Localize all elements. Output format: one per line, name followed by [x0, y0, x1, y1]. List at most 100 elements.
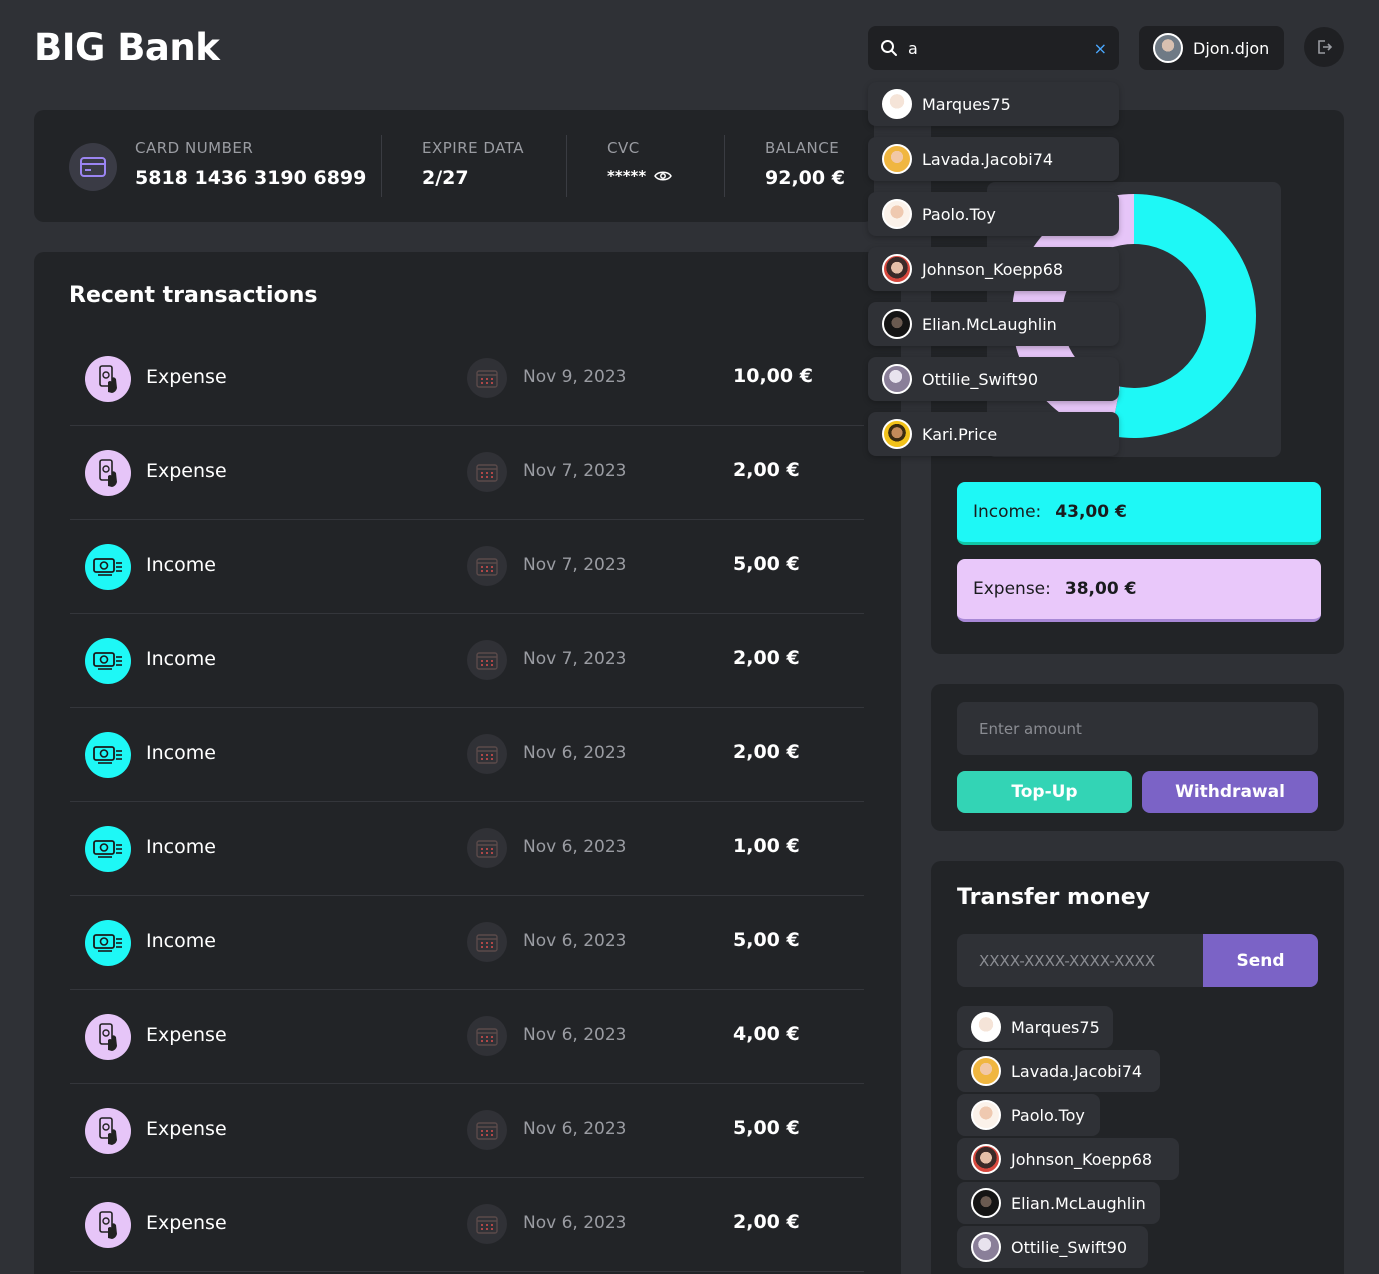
credit-card-icon	[69, 143, 117, 191]
search-result-item[interactable]: Marques75	[868, 82, 1119, 126]
transaction-date: Nov 9, 2023	[523, 367, 627, 387]
income-summary-label: Income:	[973, 502, 1042, 522]
balance-value: 92,00 €	[765, 167, 845, 189]
eye-icon[interactable]	[654, 170, 673, 182]
transfer-panel: Transfer money Send Marques75 Lavada.Jaco…	[931, 861, 1344, 1274]
divider	[381, 135, 382, 197]
transaction-row: Income Nov 6, 2023 5,00 €	[70, 896, 864, 990]
search-input[interactable]	[908, 38, 1078, 58]
calendar-icon	[467, 358, 507, 398]
send-button[interactable]: Send	[1203, 934, 1318, 987]
expense-summary-label: Expense:	[973, 579, 1051, 599]
card-number-label: CARD NUMBER	[135, 139, 254, 157]
clear-search-icon[interactable]: ×	[1094, 39, 1107, 58]
transaction-type: Expense	[146, 366, 227, 388]
amount-input[interactable]	[957, 702, 1318, 755]
recipient-chip[interactable]: Ottilie_Swift90	[957, 1226, 1148, 1268]
search-result-item[interactable]: Lavada.Jacobi74	[868, 137, 1119, 181]
transaction-date: Nov 6, 2023	[523, 1025, 627, 1045]
transaction-amount: 4,00 €	[733, 1023, 800, 1045]
phone-payment-icon	[85, 1014, 131, 1060]
transaction-amount: 2,00 €	[733, 741, 800, 763]
transaction-row: Expense Nov 6, 2023 2,00 €	[70, 1178, 864, 1272]
expense-summary: Expense: 38,00 €	[957, 559, 1321, 622]
avatar	[971, 1188, 1001, 1218]
transactions-panel: Recent transactions Expense Nov 9, 2023 10…	[34, 252, 901, 1274]
calendar-icon	[467, 828, 507, 868]
transaction-amount: 10,00 €	[733, 365, 813, 387]
avatar	[882, 309, 912, 339]
transaction-amount: 2,00 €	[733, 647, 800, 669]
logout-button[interactable]	[1304, 27, 1344, 67]
recipient-chip[interactable]: Elian.McLaughlin	[957, 1182, 1160, 1224]
search-result-item[interactable]: Ottilie_Swift90	[868, 357, 1119, 401]
recipient-chip[interactable]: Johnson_Koepp68	[957, 1138, 1179, 1180]
avatar	[882, 254, 912, 284]
recipient-name: Ottilie_Swift90	[1011, 1237, 1127, 1257]
transaction-date: Nov 6, 2023	[523, 931, 627, 951]
card-info-bar: CARD NUMBER 5818 1436 3190 6899 EXPIRE D…	[34, 110, 874, 222]
transaction-row: Expense Nov 6, 2023 5,00 €	[70, 1084, 864, 1178]
cvc-value-row: *****	[607, 167, 673, 185]
calendar-icon	[467, 546, 507, 586]
amount-panel: Top-Up Withdrawal	[931, 684, 1344, 831]
transaction-type: Expense	[146, 1024, 227, 1046]
transaction-amount: 5,00 €	[733, 929, 800, 951]
recipient-name: Elian.McLaughlin	[1011, 1193, 1146, 1213]
card-number-input[interactable]	[957, 934, 1207, 987]
recipient-chip[interactable]: Marques75	[957, 1006, 1113, 1048]
avatar	[971, 1144, 1001, 1174]
transaction-amount: 5,00 €	[733, 553, 800, 575]
cash-icon	[85, 544, 131, 590]
transaction-row: Expense Nov 7, 2023 2,00 €	[70, 426, 864, 520]
cvc-value: *****	[607, 167, 647, 185]
card-number-value: 5818 1436 3190 6899	[135, 167, 367, 189]
transaction-amount: 2,00 €	[733, 1211, 800, 1233]
divider	[724, 135, 725, 197]
transaction-date: Nov 6, 2023	[523, 1119, 627, 1139]
transaction-row: Expense Nov 9, 2023 10,00 €	[70, 332, 864, 426]
search-result-item[interactable]: Johnson_Koepp68	[868, 247, 1119, 291]
recipient-chip[interactable]: Paolo.Toy	[957, 1094, 1100, 1136]
avatar	[882, 199, 912, 229]
transaction-date: Nov 6, 2023	[523, 1213, 627, 1233]
balance-label: BALANCE	[765, 139, 840, 157]
divider	[566, 135, 567, 197]
recipient-name: Johnson_Koepp68	[1011, 1149, 1153, 1169]
balance-field: BALANCE 92,00 €	[765, 139, 845, 189]
recipient-name: Marques75	[1011, 1017, 1100, 1037]
search-result-name: Elian.McLaughlin	[922, 314, 1057, 334]
transaction-date: Nov 7, 2023	[523, 461, 627, 481]
calendar-icon	[467, 734, 507, 774]
expense-summary-value: 38,00 €	[1064, 579, 1137, 599]
user-search[interactable]: ×	[868, 26, 1119, 70]
search-result-item[interactable]: Paolo.Toy	[868, 192, 1119, 236]
transfer-title: Transfer money	[957, 885, 1151, 910]
avatar	[971, 1012, 1001, 1042]
search-result-name: Ottilie_Swift90	[922, 369, 1038, 389]
transaction-type: Income	[146, 930, 216, 952]
transaction-row: Income Nov 7, 2023 2,00 €	[70, 614, 864, 708]
avatar	[882, 419, 912, 449]
avatar	[882, 144, 912, 174]
user-menu[interactable]: Djon.djon	[1139, 26, 1284, 70]
username: Djon.djon	[1193, 38, 1270, 58]
topup-button[interactable]: Top-Up	[957, 771, 1132, 813]
transaction-row: Expense Nov 6, 2023 4,00 €	[70, 990, 864, 1084]
recipient-chip[interactable]: Lavada.Jacobi74	[957, 1050, 1160, 1092]
calendar-icon	[467, 452, 507, 492]
avatar	[1153, 33, 1183, 63]
transaction-type: Income	[146, 836, 216, 858]
withdraw-button[interactable]: Withdrawal	[1142, 771, 1318, 813]
search-result-item[interactable]: Elian.McLaughlin	[868, 302, 1119, 346]
cvc-label: CVC	[607, 139, 640, 157]
calendar-icon	[467, 1204, 507, 1244]
transaction-type: Income	[146, 648, 216, 670]
transaction-row: Income Nov 7, 2023 5,00 €	[70, 520, 864, 614]
recipient-name: Lavada.Jacobi74	[1011, 1061, 1143, 1081]
cvc-field: CVC *****	[607, 139, 673, 185]
search-result-item[interactable]: Kari.Price	[868, 412, 1119, 456]
transactions-title: Recent transactions	[69, 283, 318, 308]
transaction-row: Income Nov 6, 2023 1,00 €	[70, 802, 864, 896]
income-summary-value: 43,00 €	[1055, 502, 1127, 522]
